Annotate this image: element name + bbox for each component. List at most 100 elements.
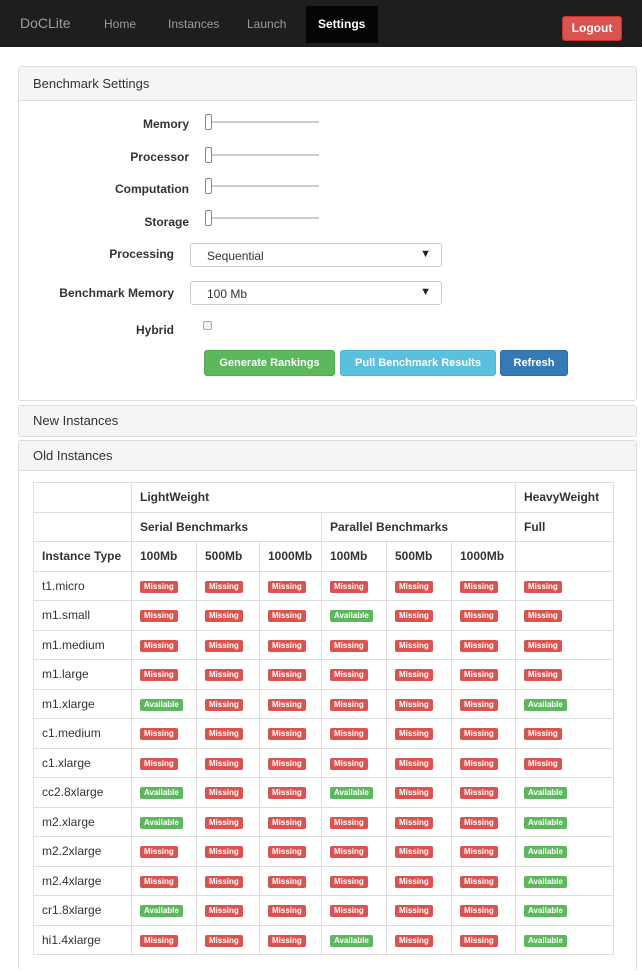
status-cell: Missing	[259, 777, 322, 808]
missing-badge: Missing	[460, 757, 498, 770]
full-header: Full	[515, 511, 614, 542]
table-row: m2.2xlarge Missing Missing Missing Missing Mi…	[33, 836, 614, 867]
instances-table: LightWeight HeavyWeight Serial Benchmark…	[33, 482, 614, 955]
nav-launch[interactable]: Launch	[247, 17, 286, 31]
status-cell: Missing	[451, 659, 516, 690]
missing-badge: Missing	[524, 610, 562, 623]
memory-slider[interactable]	[205, 112, 319, 132]
status-cell: Missing	[321, 836, 387, 867]
missing-badge: Missing	[395, 816, 433, 829]
missing-badge: Missing	[205, 610, 243, 623]
missing-badge: Missing	[268, 610, 306, 623]
benchmark-memory-select[interactable]: 100 Mb ▼	[190, 281, 442, 305]
missing-badge: Missing	[395, 698, 433, 711]
table-header-row: Serial Benchmarks Parallel Benchmarks Fu…	[33, 511, 614, 542]
new-instances-heading[interactable]: New Instances	[19, 406, 636, 436]
status-cell: Missing	[196, 659, 260, 690]
missing-badge: Missing	[205, 580, 243, 593]
status-cell: Missing	[196, 570, 260, 601]
missing-badge: Missing	[205, 669, 243, 682]
computation-label: Computation	[115, 182, 189, 196]
storage-slider[interactable]	[205, 208, 319, 228]
missing-badge: Missing	[330, 728, 368, 741]
missing-badge: Missing	[524, 669, 562, 682]
new-instances-title: New Instances	[33, 413, 119, 428]
instance-name: m2.xlarge	[33, 806, 132, 837]
missing-badge: Missing	[395, 934, 433, 947]
status-cell: Missing	[131, 659, 197, 690]
available-badge: Available	[140, 816, 183, 829]
processing-value: Sequential	[207, 249, 264, 263]
old-instances-heading[interactable]: Old Instances	[19, 441, 636, 471]
slider-thumb[interactable]	[205, 178, 212, 194]
status-cell: Available	[515, 924, 614, 955]
missing-badge: Missing	[330, 875, 368, 888]
status-cell: Available	[515, 895, 614, 926]
missing-badge: Missing	[140, 846, 178, 859]
missing-badge: Missing	[140, 580, 178, 593]
col-100mb-serial: 100Mb	[131, 541, 197, 572]
status-cell: Missing	[321, 659, 387, 690]
slider-thumb[interactable]	[205, 114, 212, 130]
caret-down-icon: ▼	[420, 286, 431, 298]
missing-badge: Missing	[268, 580, 306, 593]
nav-home[interactable]: Home	[104, 17, 136, 31]
new-instances-panel[interactable]: New Instances	[18, 405, 637, 437]
status-cell: Missing	[321, 747, 387, 778]
pull-benchmark-results-button[interactable]: Pull Benchmark Results	[340, 350, 496, 376]
nav-instances[interactable]: Instances	[168, 17, 219, 31]
instance-name: m1.small	[33, 600, 132, 631]
table-header-row: Instance Type 100Mb 500Mb 1000Mb 100Mb 5…	[33, 541, 614, 572]
status-cell: Missing	[451, 777, 516, 808]
missing-badge: Missing	[268, 669, 306, 682]
missing-badge: Missing	[205, 934, 243, 947]
memory-label: Memory	[142, 117, 189, 131]
status-cell: Missing	[196, 836, 260, 867]
missing-badge: Missing	[140, 639, 178, 652]
status-cell: Missing	[451, 600, 516, 631]
status-cell: Missing	[196, 688, 260, 719]
status-cell: Missing	[515, 629, 614, 660]
missing-badge: Missing	[268, 698, 306, 711]
instance-name: m2.4xlarge	[33, 865, 132, 896]
available-badge: Available	[140, 787, 183, 800]
processing-select[interactable]: Sequential ▼	[190, 243, 442, 267]
missing-badge: Missing	[330, 639, 368, 652]
status-cell: Missing	[451, 865, 516, 896]
logout-button[interactable]: Logout	[562, 16, 622, 41]
nav-settings[interactable]: Settings	[306, 6, 378, 43]
refresh-button[interactable]: Refresh	[500, 350, 568, 376]
computation-slider[interactable]	[205, 176, 319, 196]
empty-cell	[33, 511, 132, 542]
available-badge: Available	[524, 698, 567, 711]
empty-cell	[515, 541, 614, 572]
status-cell: Missing	[259, 570, 322, 601]
missing-badge: Missing	[268, 905, 306, 918]
status-cell: Missing	[451, 895, 516, 926]
status-cell: Missing	[515, 747, 614, 778]
old-instances-title: Old Instances	[33, 448, 113, 463]
status-cell: Missing	[196, 777, 260, 808]
missing-badge: Missing	[140, 728, 178, 741]
status-cell: Missing	[259, 600, 322, 631]
status-cell: Missing	[386, 924, 452, 955]
slider-thumb[interactable]	[205, 147, 212, 163]
hybrid-checkbox[interactable]	[203, 321, 212, 330]
brand-link[interactable]: DoCLite	[20, 15, 71, 31]
table-row: m1.medium Missing Missing Missing Missing Mis…	[33, 629, 614, 660]
instance-name: hi1.4xlarge	[33, 924, 132, 955]
available-badge: Available	[524, 846, 567, 859]
available-badge: Available	[330, 787, 373, 800]
missing-badge: Missing	[330, 816, 368, 829]
generate-rankings-button[interactable]: Generate Rankings	[204, 350, 335, 376]
status-cell: Missing	[259, 747, 322, 778]
processor-slider[interactable]	[205, 145, 319, 165]
col-1000mb-serial: 1000Mb	[259, 541, 322, 572]
status-cell: Available	[131, 895, 197, 926]
caret-down-icon: ▼	[420, 248, 431, 260]
status-cell: Missing	[451, 629, 516, 660]
slider-thumb[interactable]	[205, 210, 212, 226]
missing-badge: Missing	[268, 728, 306, 741]
status-cell: Missing	[321, 688, 387, 719]
instance-name: m1.medium	[33, 629, 132, 660]
